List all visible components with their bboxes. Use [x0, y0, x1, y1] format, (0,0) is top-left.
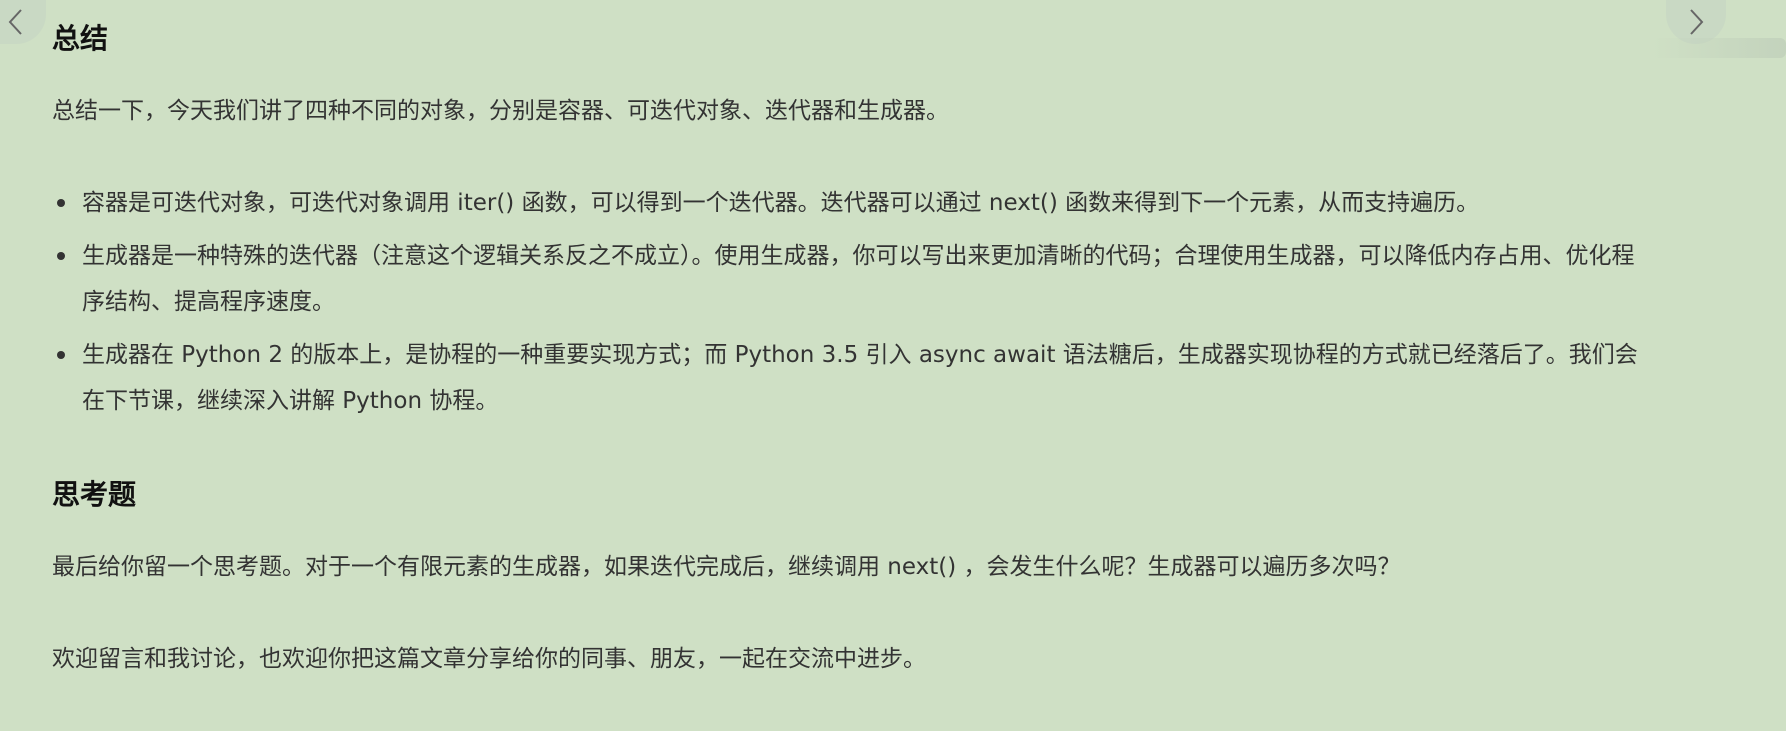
invite-text: 欢迎留言和我讨论，也欢迎你把这篇文章分享给你的同事、朋友，一起在交流中进步。 — [52, 646, 926, 672]
bullet-dot-icon — [57, 252, 65, 260]
section-title-summary: 总结 — [52, 22, 109, 55]
prev-page-button[interactable] — [0, 0, 46, 44]
list-item: 生成器在 Python 2 的版本上，是协程的一种重要实现方式；而 Python… — [52, 332, 1652, 424]
summary-bullet-list: 容器是可迭代对象，可迭代对象调用 iter() 函数，可以得到一个迭代器。迭代器… — [52, 180, 1652, 431]
list-item-text: 生成器在 Python 2 的版本上，是协程的一种重要实现方式；而 Python… — [82, 342, 1638, 414]
bullet-dot-icon — [57, 351, 65, 359]
list-item-text: 生成器是一种特殊的迭代器（注意这个逻辑关系反之不成立）。使用生成器，你可以写出来… — [82, 243, 1635, 315]
article-page: 总结 总结一下，今天我们讲了四种不同的对象，分别是容器、可迭代对象、迭代器和生成… — [0, 0, 1786, 731]
section-title-question: 思考题 — [52, 478, 137, 511]
chevron-right-icon — [1690, 9, 1704, 35]
bullet-dot-icon — [57, 199, 65, 207]
list-item: 生成器是一种特殊的迭代器（注意这个逻辑关系反之不成立）。使用生成器，你可以写出来… — [52, 233, 1652, 325]
list-item-text: 容器是可迭代对象，可迭代对象调用 iter() 函数，可以得到一个迭代器。迭代器… — [82, 190, 1480, 216]
chevron-left-icon — [8, 9, 22, 35]
faded-toolbar-overlay — [1652, 38, 1786, 58]
question-text: 最后给你留一个思考题。对于一个有限元素的生成器，如果迭代完成后，继续调用 nex… — [52, 554, 1401, 580]
list-item: 容器是可迭代对象，可迭代对象调用 iter() 函数，可以得到一个迭代器。迭代器… — [52, 180, 1652, 226]
summary-intro: 总结一下，今天我们讲了四种不同的对象，分别是容器、可迭代对象、迭代器和生成器。 — [52, 98, 949, 124]
